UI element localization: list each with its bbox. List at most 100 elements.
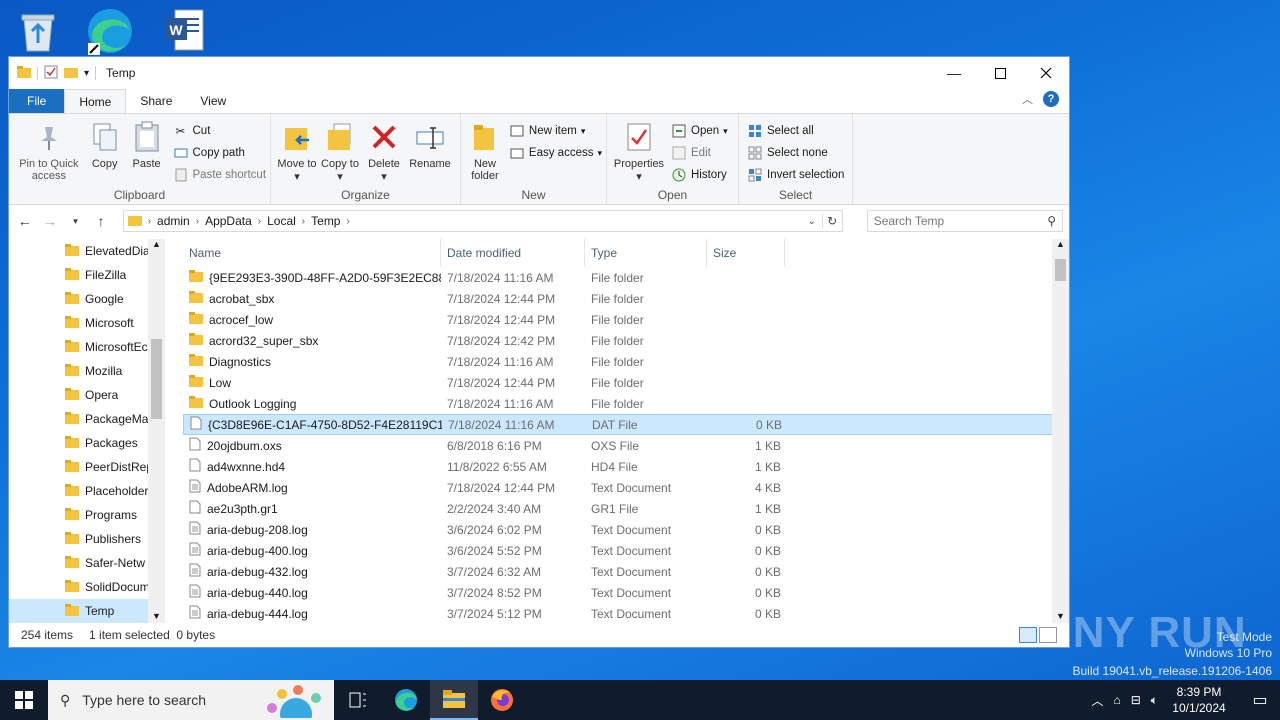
breadcrumb-appdata[interactable]: AppData [205, 214, 252, 228]
file-row[interactable]: AdobeARM.log 7/18/2024 12:44 PM Text Docum… [183, 477, 1069, 498]
start-button[interactable] [0, 680, 48, 720]
large-icons-view-icon[interactable] [1039, 627, 1057, 643]
nav-item[interactable]: Google [9, 287, 165, 311]
file-row[interactable]: {C3D8E96E-C1AF-4750-8D52-F4E28119C1... 7/… [183, 414, 1069, 435]
edge-desktop-icon[interactable] [84, 6, 132, 56]
close-button[interactable] [1023, 57, 1069, 89]
nav-item[interactable]: Temp [9, 599, 165, 623]
windows-logo-icon [15, 691, 33, 709]
word-desktop-icon[interactable]: W [160, 6, 208, 56]
taskbar-search-box[interactable]: ⚲ Type here to search [48, 680, 334, 720]
file-row[interactable]: aria-debug-208.log 3/6/2024 6:02 PM Text D… [183, 519, 1069, 540]
breadcrumb-local[interactable]: Local [267, 214, 296, 228]
tab-share[interactable]: Share [126, 89, 186, 113]
nav-item[interactable]: SolidDocum [9, 575, 165, 599]
address-bar[interactable]: › admin › AppData › Local › Temp › ⌄ ↻ [122, 210, 843, 232]
taskbar-explorer-button[interactable] [430, 680, 478, 720]
file-type: Text Document [591, 606, 672, 621]
recent-locations-chevron-icon[interactable]: ▾ [66, 216, 85, 227]
nav-item[interactable]: Microsoft [9, 311, 165, 335]
nav-item[interactable]: PeerDistRep [9, 455, 165, 479]
new-folder-quick-icon[interactable] [64, 66, 78, 81]
customize-qa-chevron-icon[interactable]: ▾ [84, 68, 89, 79]
history-button[interactable]: History [671, 166, 728, 184]
up-button[interactable]: ↑ [91, 213, 110, 229]
folder-icon [65, 579, 79, 595]
address-dropdown-icon[interactable]: ⌄ [802, 216, 822, 227]
file-row[interactable]: acrord32_super_sbx 7/18/2024 12:42 PM File… [183, 330, 1069, 351]
file-row[interactable]: ae2u3pth.gr1 2/2/2024 3:40 AM GR1 File 1 KB [183, 498, 1069, 519]
back-button[interactable]: ← [15, 213, 34, 229]
column-date-modified[interactable]: Date modified [441, 239, 585, 267]
nav-item[interactable]: Packages [9, 431, 165, 455]
file-row[interactable]: Diagnostics 7/18/2024 11:16 AM File folder [183, 351, 1069, 372]
select-none-button[interactable]: Select none [747, 144, 844, 162]
taskbar-firefox-button[interactable] [478, 680, 526, 720]
help-icon[interactable]: ? [1043, 91, 1059, 107]
easy-access-button[interactable]: Easy access ▾ [509, 144, 602, 162]
file-row[interactable]: acrobat_sbx 7/18/2024 12:44 PM File folder [183, 288, 1069, 309]
breadcrumb-chevron-icon[interactable]: › [302, 216, 305, 227]
properties-quick-icon[interactable] [44, 65, 58, 82]
file-row[interactable]: Outlook Logging 7/18/2024 11:16 AM File fo… [183, 393, 1069, 414]
recycle-bin-icon[interactable] [14, 6, 62, 56]
nav-item[interactable]: Mozilla [9, 359, 165, 383]
file-row[interactable]: Low 7/18/2024 12:44 PM File folder [183, 372, 1069, 393]
breadcrumb-chevron-icon[interactable]: › [148, 216, 151, 227]
select-all-button[interactable]: Select all [747, 122, 844, 140]
file-row[interactable]: aria-debug-400.log 3/6/2024 5:52 PM Text D… [183, 540, 1069, 561]
ethernet-icon[interactable]: ⊟ [1131, 693, 1141, 707]
nav-item[interactable]: MicrosoftEc [9, 335, 165, 359]
new-item-button[interactable]: New item ▾ [509, 122, 602, 140]
file-row[interactable]: aria-debug-432.log 3/7/2024 6:32 AM Text D… [183, 561, 1069, 582]
file-row[interactable]: {9EE293E3-390D-48FF-A2D0-59F3E2EC88... 7/… [183, 267, 1069, 288]
column-name[interactable]: Name [183, 239, 441, 267]
file-row[interactable]: 20ojdbum.oxs 6/8/2018 6:16 PM OXS File 1 KB [183, 435, 1069, 456]
open-button[interactable]: Open ▾ [671, 122, 728, 140]
refresh-icon[interactable]: ↻ [821, 214, 842, 228]
cut-button[interactable]: ✂ Cut [173, 122, 267, 140]
tab-view[interactable]: View [186, 89, 240, 113]
column-type[interactable]: Type [585, 239, 707, 267]
collapse-ribbon-icon[interactable]: ︿ [1022, 91, 1033, 107]
nav-item[interactable]: ElevatedDia [9, 239, 165, 263]
search-input[interactable]: Search Temp ⚲ [866, 210, 1064, 232]
paste-shortcut-button[interactable]: Paste shortcut [173, 166, 266, 184]
nav-item[interactable]: Opera [9, 383, 165, 407]
notifications-icon[interactable]: ▭ [1240, 690, 1280, 710]
breadcrumb-chevron-icon[interactable]: › [196, 216, 199, 227]
taskbar-edge-button[interactable] [382, 680, 430, 720]
tab-home[interactable]: Home [64, 89, 127, 113]
file-date: 2/2/2024 3:40 AM [447, 501, 542, 516]
nav-item[interactable]: Programs [9, 503, 165, 527]
breadcrumb-admin[interactable]: admin [157, 214, 190, 228]
forward-button[interactable]: → [40, 213, 59, 229]
invert-selection-button[interactable]: Invert selection [747, 166, 844, 184]
nav-item[interactable]: PackageMa [9, 407, 165, 431]
nav-item[interactable]: Safer-Netw [9, 551, 165, 575]
tab-file[interactable]: File [9, 89, 65, 113]
volume-icon[interactable]: 🔈︎ [1151, 693, 1158, 708]
copy-path-button[interactable]: Copy path [173, 144, 267, 162]
maximize-button[interactable] [977, 57, 1023, 89]
file-scrollbar[interactable]: ▲ ▼ [1052, 239, 1069, 623]
show-hidden-icons-chevron-icon[interactable]: ︿ [1091, 692, 1103, 709]
nav-item[interactable]: Publishers [9, 527, 165, 551]
minimize-button[interactable]: — [931, 57, 977, 89]
file-row[interactable]: aria-debug-444.log 3/7/2024 5:12 PM Text D… [183, 603, 1069, 624]
file-row[interactable]: aria-debug-440.log 3/7/2024 8:52 PM Text D… [183, 582, 1069, 603]
nav-item[interactable]: Placeholder [9, 479, 165, 503]
file-row[interactable]: acrocef_low 7/18/2024 12:44 PM File folder [183, 309, 1069, 330]
details-view-icon[interactable] [1019, 627, 1037, 643]
breadcrumb-chevron-icon[interactable]: › [346, 216, 349, 227]
network-icon[interactable]: ⌂ [1113, 693, 1120, 707]
nav-scrollbar[interactable]: ▲ ▼ [148, 239, 165, 623]
breadcrumb-chevron-icon[interactable]: › [258, 216, 261, 227]
edit-button[interactable]: Edit [671, 144, 728, 162]
breadcrumb-temp[interactable]: Temp [311, 214, 340, 228]
task-view-button[interactable] [334, 680, 382, 720]
column-size[interactable]: Size [707, 239, 785, 267]
clock[interactable]: 8:39 PM 10/1/2024 [1168, 684, 1230, 716]
nav-item[interactable]: FileZilla [9, 263, 165, 287]
file-row[interactable]: ad4wxnne.hd4 11/8/2022 6:55 AM HD4 File 1 K… [183, 456, 1069, 477]
